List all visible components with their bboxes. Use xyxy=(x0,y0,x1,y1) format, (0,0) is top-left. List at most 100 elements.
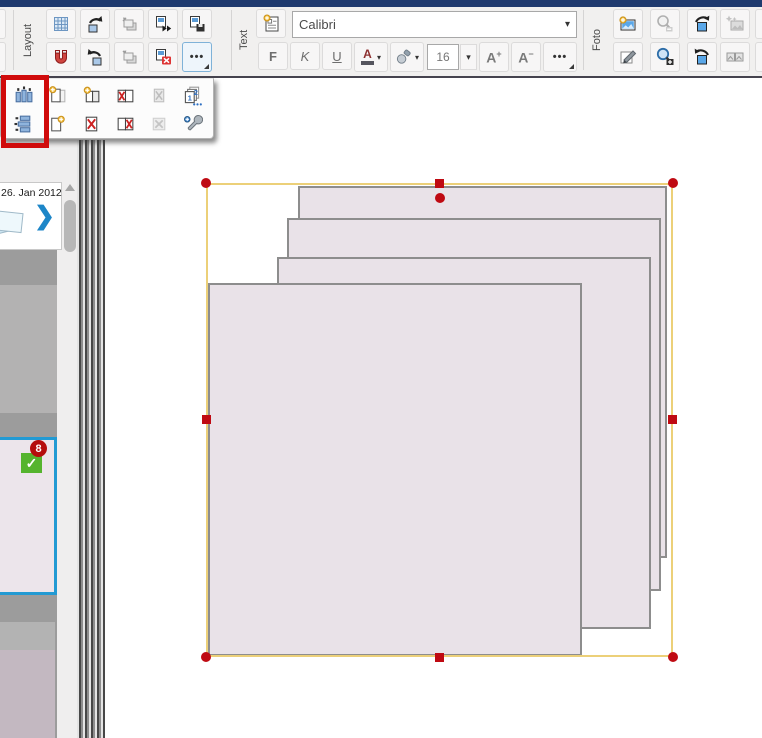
paste-button[interactable] xyxy=(114,9,144,39)
undo-button[interactable] xyxy=(80,9,110,39)
window-title-bar xyxy=(0,0,762,7)
clipped-left-button-bottom[interactable] xyxy=(0,42,6,72)
font-color-button[interactable]: A ▾ xyxy=(354,42,388,72)
selection-frame xyxy=(206,183,673,657)
toolbar-separator xyxy=(583,10,584,70)
underline-label: U xyxy=(332,49,341,64)
zoom-in-photo-button[interactable] xyxy=(650,42,680,72)
image-pair-icon xyxy=(724,46,746,68)
edit-photo-button[interactable] xyxy=(613,42,643,72)
delete-page-button[interactable] xyxy=(148,42,178,72)
clipped-left-button-top[interactable] xyxy=(0,9,6,39)
bold-button[interactable]: F xyxy=(258,42,288,70)
add-page-before-icon xyxy=(47,85,68,106)
layout-group-label: Layout xyxy=(20,10,36,70)
add-photo-button[interactable] xyxy=(613,9,643,39)
delete-disabled-icon xyxy=(148,113,169,134)
scrollbar-up-arrow[interactable] xyxy=(65,184,75,191)
add-spread-icon xyxy=(81,85,102,106)
chevron-down-icon: ▾ xyxy=(466,52,471,63)
redo-icon xyxy=(84,46,106,68)
date-label: 26. Jan 2012 xyxy=(1,187,59,199)
redo-button[interactable] xyxy=(80,42,110,72)
grid-button[interactable] xyxy=(46,9,76,39)
selection-handle-middle-left[interactable] xyxy=(202,415,211,424)
bold-label: F xyxy=(269,49,277,64)
increase-font-button[interactable]: A+ xyxy=(479,42,509,72)
date-group-card[interactable]: 26. Jan 2012 ❯ xyxy=(0,182,62,250)
image-pair-button[interactable] xyxy=(720,42,750,72)
font-family-combobox[interactable]: Calibri ▾ xyxy=(292,11,577,38)
decrease-font-button[interactable]: A− xyxy=(511,42,541,72)
page-thumbnail[interactable] xyxy=(0,622,55,650)
ellipsis-icon: ••• xyxy=(553,51,568,63)
delete-page-flyout-button[interactable] xyxy=(76,110,106,137)
add-spread-button[interactable] xyxy=(76,82,106,109)
underline-button[interactable]: U xyxy=(322,42,352,70)
add-photo-icon xyxy=(617,13,639,35)
delete-left-page-icon xyxy=(115,85,136,106)
photo-effects-icon xyxy=(724,13,746,35)
layout-assistant-button[interactable] xyxy=(177,110,207,137)
page-thumbnail[interactable] xyxy=(0,650,55,738)
copy-button[interactable] xyxy=(114,42,144,72)
expand-chevron-icon[interactable]: ❯ xyxy=(34,201,55,231)
font-size-dropdown-button[interactable]: ▾ xyxy=(460,44,477,70)
delete-right-page-button[interactable] xyxy=(110,110,140,137)
svg-text:1: 1 xyxy=(188,93,193,102)
rotate-left-button[interactable] xyxy=(687,42,717,72)
rotate-left-icon xyxy=(691,46,713,68)
delete-page-disabled-button xyxy=(143,82,173,109)
delete-page-icon xyxy=(153,47,173,67)
photo-effects-button[interactable] xyxy=(720,9,750,39)
selection-handle-bottom-center[interactable] xyxy=(435,653,444,662)
edit-pen-icon xyxy=(617,46,639,68)
photo-book-editor: { "toolbar": { "layout_group_label": "La… xyxy=(0,0,762,738)
add-text-button[interactable] xyxy=(256,9,286,38)
red-annotation-rectangle xyxy=(1,75,49,148)
save-page-button[interactable] xyxy=(182,9,212,39)
selection-handle-middle-right[interactable] xyxy=(668,415,677,424)
selected-page-thumbnail[interactable]: ✓ 8 xyxy=(0,437,57,595)
scrollbar-thumb[interactable] xyxy=(64,200,76,252)
chevron-down-icon: ▾ xyxy=(415,53,419,62)
sort-pages-button[interactable]: 12 xyxy=(177,82,207,109)
insert-pages-icon xyxy=(153,14,173,34)
selection-handle-bottom-right[interactable] xyxy=(668,652,678,662)
sort-pages-icon: 12 xyxy=(181,85,203,107)
italic-button[interactable]: K xyxy=(290,42,320,70)
selection-handle-top-right[interactable] xyxy=(668,178,678,188)
magnet-snap-button[interactable] xyxy=(46,42,76,72)
selection-handle-top-center[interactable] xyxy=(435,179,444,188)
clipped-right-button-top[interactable] xyxy=(755,9,762,39)
font-color-icon: A xyxy=(361,49,374,65)
photo-stack-icon xyxy=(0,199,34,239)
delete-disabled-button xyxy=(143,110,173,137)
increase-font-label: A+ xyxy=(486,49,501,66)
zoom-out-photo-button[interactable] xyxy=(650,9,680,39)
magnet-icon xyxy=(51,47,71,67)
font-name-value: Calibri xyxy=(299,17,336,32)
selection-handle-bottom-left[interactable] xyxy=(201,652,211,662)
chevron-down-icon: ▾ xyxy=(565,19,570,30)
more-text-tools-button[interactable]: ••• xyxy=(543,42,577,72)
save-page-icon xyxy=(187,14,207,34)
copy-icon xyxy=(119,47,139,67)
page-thumbnail[interactable] xyxy=(0,285,57,413)
sidebar-splitter[interactable] xyxy=(77,140,105,738)
text-group-label: Text xyxy=(236,10,252,70)
selection-handle-top-left[interactable] xyxy=(201,178,211,188)
clipped-right-button-bottom[interactable] xyxy=(755,42,762,72)
insert-pages-button[interactable] xyxy=(148,9,178,39)
rotation-handle[interactable] xyxy=(435,193,445,203)
toolbar-separator xyxy=(231,10,232,70)
delete-left-page-button[interactable] xyxy=(110,82,140,109)
rotate-right-button[interactable] xyxy=(687,9,717,39)
svg-text:2: 2 xyxy=(194,87,198,96)
font-size-value[interactable]: 16 xyxy=(427,44,459,70)
rotate-right-icon xyxy=(691,13,713,35)
undo-icon xyxy=(84,13,106,35)
zoom-in-icon xyxy=(654,46,676,68)
more-layout-tools-button[interactable]: ••• xyxy=(182,42,212,72)
fill-color-button[interactable]: ▾ xyxy=(390,42,424,72)
